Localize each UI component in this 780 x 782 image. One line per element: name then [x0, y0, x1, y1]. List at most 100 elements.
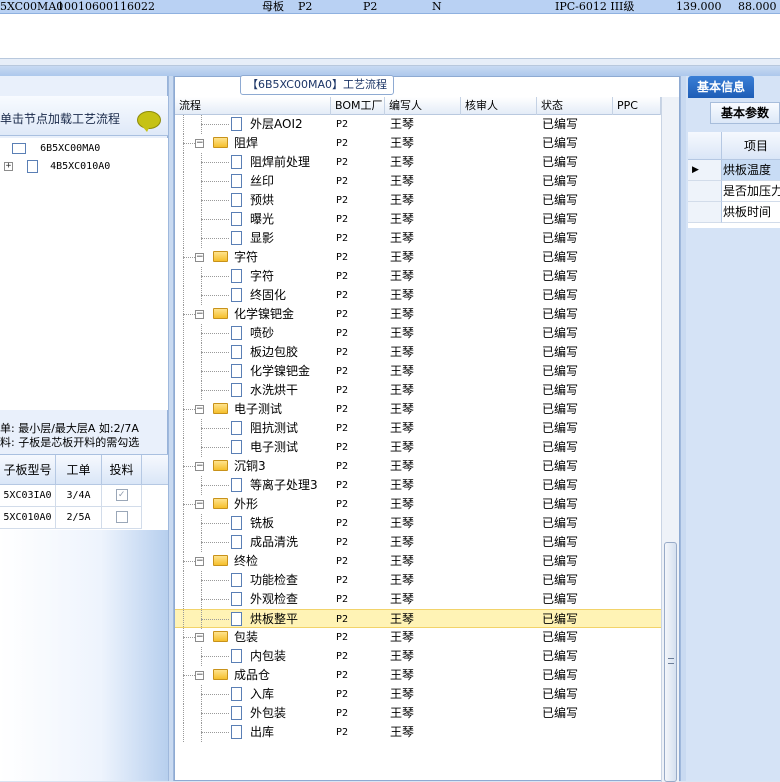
- collapse-icon[interactable]: −: [195, 253, 204, 262]
- process-name: 入库: [250, 687, 275, 701]
- document-icon: [231, 212, 242, 226]
- process-step-row[interactable]: 化学镍钯金 P2 王琴 已编写: [175, 362, 661, 381]
- param-item[interactable]: 烘板温度: [722, 160, 780, 181]
- scrollbar-thumb[interactable]: [664, 542, 677, 782]
- document-icon: [231, 687, 242, 701]
- scrollbar-grip-icon: [668, 658, 674, 664]
- process-step-row[interactable]: 内包装 P2 王琴 已编写: [175, 647, 661, 666]
- process-name: 出库: [250, 725, 275, 739]
- collapse-icon[interactable]: −: [195, 139, 204, 148]
- column-header-author[interactable]: 编写人: [385, 97, 461, 115]
- process-step-row[interactable]: 电子测试 P2 王琴 已编写: [175, 438, 661, 457]
- author: 王琴: [390, 383, 415, 397]
- tree-node-root[interactable]: 6B5XC00MA0: [4, 140, 100, 158]
- top-row-factory1: P2: [298, 0, 313, 13]
- process-step-row[interactable]: 阻抗测试 P2 王琴 已编写: [175, 419, 661, 438]
- process-group-row[interactable]: − 沉铜3 P2 王琴 已编写: [175, 457, 661, 476]
- process-step-row[interactable]: 成品清洗 P2 王琴 已编写: [175, 533, 661, 552]
- process-group-row[interactable]: − 化学镍钯金 P2 王琴 已编写: [175, 305, 661, 324]
- process-step-row[interactable]: 显影 P2 王琴 已编写: [175, 229, 661, 248]
- status: 已编写: [542, 687, 579, 701]
- table-cell-order[interactable]: 3/4A: [56, 485, 102, 507]
- author: 王琴: [390, 326, 415, 340]
- collapse-icon[interactable]: −: [195, 671, 204, 680]
- collapse-icon[interactable]: −: [195, 310, 204, 319]
- speech-bubble-icon[interactable]: [137, 111, 161, 132]
- column-header-order[interactable]: 工单: [56, 455, 102, 485]
- process-group-row[interactable]: − 终检 P2 王琴 已编写: [175, 552, 661, 571]
- process-step-row[interactable]: 外包装 P2 王琴 已编写: [175, 704, 661, 723]
- process-name: 阻焊: [234, 136, 259, 150]
- tree-line: [183, 723, 184, 742]
- column-header-reviewer[interactable]: 核审人: [461, 97, 537, 115]
- column-header-flow[interactable]: 流程: [175, 97, 331, 115]
- process-step-row[interactable]: 丝印 P2 王琴 已编写: [175, 172, 661, 191]
- process-grid-header: 流程 BOM工厂 编写人 核审人 状态 PPC: [175, 97, 661, 115]
- collapse-icon[interactable]: −: [195, 633, 204, 642]
- table-cell-feed[interactable]: [102, 507, 142, 529]
- process-step-row[interactable]: 铣板 P2 王琴 已编写: [175, 514, 661, 533]
- process-flow-panel: 【6B5XC00MA0】工艺流程 流程 BOM工厂 编写人 核审人 状态 PPC…: [174, 75, 680, 782]
- column-header-model[interactable]: 子板型号: [0, 455, 56, 485]
- collapse-icon[interactable]: −: [195, 405, 204, 414]
- process-step-row[interactable]: 预烘 P2 王琴 已编写: [175, 191, 661, 210]
- tree-node-child[interactable]: + 4B5XC010A0: [4, 158, 110, 176]
- process-step-row[interactable]: 水洗烘干 P2 王琴 已编写: [175, 381, 661, 400]
- column-header-item[interactable]: 项目: [722, 132, 780, 160]
- param-item[interactable]: 烘板时间: [722, 202, 780, 223]
- process-step-row[interactable]: 外观检查 P2 王琴 已编写: [175, 590, 661, 609]
- process-group-row[interactable]: − 包装 P2 王琴 已编写: [175, 628, 661, 647]
- process-group-row[interactable]: − 字符 P2 王琴 已编写: [175, 248, 661, 267]
- process-group-row[interactable]: − 成品仓 P2 王琴 已编写: [175, 666, 661, 685]
- status: 已编写: [542, 231, 579, 245]
- process-vertical-scrollbar[interactable]: [661, 97, 679, 782]
- column-header-bom[interactable]: BOM工厂: [331, 97, 385, 115]
- process-step-row[interactable]: 入库 P2 王琴 已编写: [175, 685, 661, 704]
- process-step-row[interactable]: 功能检查 P2 王琴 已编写: [175, 571, 661, 590]
- collapse-icon[interactable]: −: [195, 557, 204, 566]
- table-cell-model[interactable]: 5XC010A0: [0, 507, 56, 529]
- table-cell-order[interactable]: 2/5A: [56, 507, 102, 529]
- top-row-value1: 139.000: [676, 0, 722, 13]
- document-icon: [231, 231, 242, 245]
- tree-line: [183, 172, 184, 191]
- row-header: [688, 202, 722, 223]
- table-cell-model[interactable]: 5XC03IA0: [0, 485, 56, 507]
- tab-basic-params[interactable]: 基本参数: [710, 102, 780, 124]
- document-icon: [231, 649, 242, 663]
- process-tree-rows[interactable]: 外层AOI2 P2 王琴 已编写 − 阻焊 P2 王琴 已编写 阻焊前处理 P2 王琴 已编写 丝印 P2 王…: [175, 115, 661, 782]
- process-group-row[interactable]: − 外形 P2 王琴 已编写: [175, 495, 661, 514]
- column-header-ppc[interactable]: PPC: [613, 97, 661, 115]
- bom-factory: P2: [336, 727, 349, 738]
- collapse-icon[interactable]: −: [195, 462, 204, 471]
- process-step-row[interactable]: 终固化 P2 王琴 已编写: [175, 286, 661, 305]
- process-step-row[interactable]: 板边包胶 P2 王琴 已编写: [175, 343, 661, 362]
- checkbox-unchecked[interactable]: [115, 511, 128, 523]
- param-item[interactable]: 是否加压力: [722, 181, 780, 202]
- tab-basic-info[interactable]: 基本信息: [688, 76, 754, 98]
- process-step-row[interactable]: 阻焊前处理 P2 王琴 已编写: [175, 153, 661, 172]
- process-step-row[interactable]: 字符 P2 王琴 已编写: [175, 267, 661, 286]
- product-tree[interactable]: 6B5XC00MA0 + 4B5XC010A0: [0, 138, 168, 410]
- process-step-row[interactable]: 喷砂 P2 王琴 已编写: [175, 324, 661, 343]
- top-grid-row[interactable]: 5XC00MA0 10010600116022 母板 P2 P2 N IPC-6…: [0, 0, 780, 14]
- expand-icon[interactable]: +: [4, 161, 13, 171]
- top-horizontal-scrollbar[interactable]: [0, 58, 780, 66]
- column-header-feed[interactable]: 投料: [102, 455, 142, 485]
- process-step-row[interactable]: 出库 P2 王琴: [175, 723, 661, 742]
- process-group-row[interactable]: − 电子测试 P2 王琴 已编写: [175, 400, 661, 419]
- table-cell-feed[interactable]: ✓: [102, 485, 142, 507]
- tree-line: [183, 647, 184, 666]
- checkbox-checked[interactable]: ✓: [115, 489, 128, 501]
- column-header-status[interactable]: 状态: [537, 97, 613, 115]
- collapse-icon[interactable]: −: [195, 500, 204, 509]
- tree-line: [183, 685, 184, 704]
- bom-factory: P2: [336, 442, 349, 453]
- process-group-row[interactable]: − 阻焊 P2 王琴 已编写: [175, 134, 661, 153]
- row-pointer-icon: ▶: [688, 160, 722, 181]
- process-step-row[interactable]: 外层AOI2 P2 王琴 已编写: [175, 115, 661, 134]
- process-step-row[interactable]: 曝光 P2 王琴 已编写: [175, 210, 661, 229]
- process-step-row[interactable]: 烘板整平 P2 王琴 已编写: [175, 609, 661, 629]
- process-step-row[interactable]: 等离子处理3 P2 王琴 已编写: [175, 476, 661, 495]
- author: 王琴: [390, 497, 415, 511]
